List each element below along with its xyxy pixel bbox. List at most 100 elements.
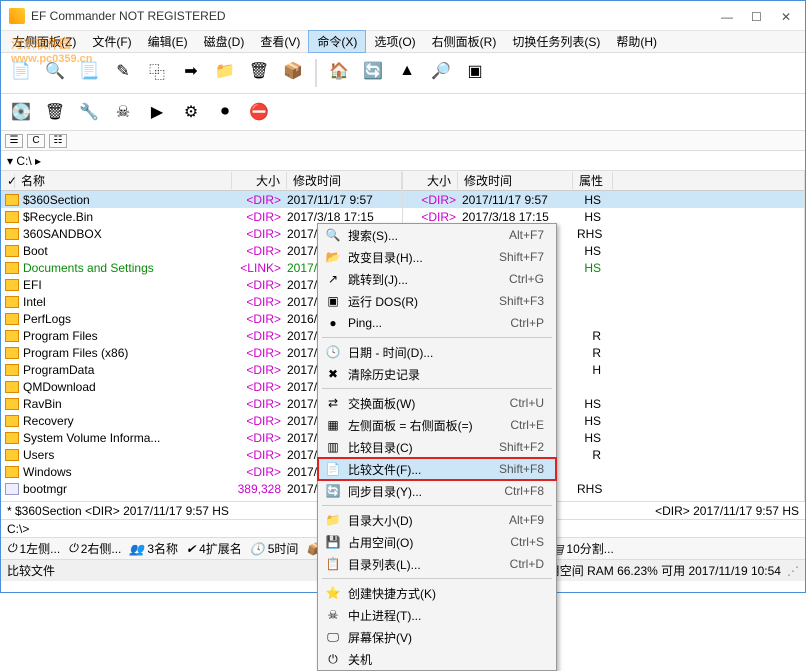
menu-7[interactable]: 右侧面板(R) [424, 31, 505, 52]
minimize-button[interactable]: — [721, 10, 733, 22]
menu-6[interactable]: 选项(O) [366, 31, 423, 52]
close-button[interactable]: ✕ [781, 10, 793, 22]
menu-item-icon: 📋 [324, 556, 342, 572]
drive-bar: ☰ C ☷ [1, 131, 805, 151]
menu-item-icon: ⭐ [324, 585, 342, 601]
menu-item[interactable]: 🔍搜索(S)...Alt+F7 [318, 224, 556, 246]
view-icon[interactable]: 📃 [75, 57, 103, 85]
trash-icon[interactable]: 🗑 [41, 98, 69, 126]
table-row[interactable]: $360Section<DIR>2017/11/17 9:57 [1, 191, 402, 208]
menu-item-icon: 🖵 [324, 629, 342, 645]
menu-item[interactable]: 🖵屏幕保护(V) [318, 626, 556, 648]
titlebar: EF Commander NOT REGISTERED — ☐ ✕ [1, 1, 805, 31]
delete-icon[interactable]: 🗑 [245, 57, 273, 85]
window-title: EF Commander NOT REGISTERED [31, 9, 721, 23]
folder-icon [5, 466, 19, 478]
menu-item-icon: ✖ [324, 366, 342, 382]
newdir-icon[interactable]: 📁 [211, 57, 239, 85]
copy-icon[interactable]: ⿻ [143, 57, 171, 85]
menu-9[interactable]: 帮助(H) [608, 31, 665, 52]
menu-item[interactable]: ✖清除历史记录 [318, 363, 556, 385]
menu-8[interactable]: 切换任务列表(S) [504, 31, 608, 52]
drive-sys-icon[interactable]: ☰ [5, 134, 23, 148]
new-icon[interactable]: 📄 [7, 57, 35, 85]
path-text: C:\ ▸ [16, 154, 41, 168]
menu-item-icon: 📂 [324, 249, 342, 265]
menu-5[interactable]: 命令(X) [308, 30, 366, 53]
column-headers[interactable]: ✓ 名称 大小 修改时间 [1, 171, 402, 191]
menu-item[interactable]: 📁目录大小(D)Alt+F9 [318, 509, 556, 531]
skull-icon[interactable]: ☠ [109, 98, 137, 126]
menu-item[interactable]: ▣运行 DOS(R)Shift+F3 [318, 290, 556, 312]
folder-icon [5, 364, 19, 376]
menu-item-icon: 🔄 [324, 483, 342, 499]
folder-icon [5, 279, 19, 291]
down-icon[interactable]: ▾ [7, 154, 13, 168]
menubar[interactable]: 左侧面板(Z)文件(F)编辑(E)磁盘(D)查看(V)命令(X)选项(O)右侧面… [1, 31, 805, 53]
cfg-icon[interactable]: ⚙ [177, 98, 205, 126]
menu-item-icon: ☠ [324, 607, 342, 623]
command-menu-dropdown: 🔍搜索(S)...Alt+F7📂改变目录(H)...Shift+F7↗跳转到(J… [317, 223, 557, 671]
resize-grip-icon[interactable]: ⋰ [787, 564, 799, 578]
menu-item-icon: 🕓 [324, 344, 342, 360]
fn-button-10[interactable]: ▤10分割... [552, 540, 614, 557]
fn-button-1[interactable]: ⏻1左侧... [7, 540, 60, 557]
menu-item[interactable]: 📂改变目录(H)...Shift+F7 [318, 246, 556, 268]
tool-icon[interactable]: 🔧 [75, 98, 103, 126]
folder-icon [5, 211, 19, 223]
menu-0[interactable]: 左侧面板(Z) [5, 31, 84, 52]
menu-4[interactable]: 查看(V) [252, 31, 308, 52]
media-icon[interactable]: ▶ [143, 98, 171, 126]
toolbar-1: 📄 🔍 📃 ✎ ⿻ ➡ 📁 🗑 📦 🏠 🔄 ▲ 🔎 ▣ [1, 53, 805, 94]
menu-item[interactable]: 📋目录列表(L)...Ctrl+D [318, 553, 556, 575]
menu-item-icon: ▣ [324, 293, 342, 309]
file-icon [5, 483, 19, 495]
menu-item[interactable]: ⏻关机 [318, 648, 556, 670]
menu-item[interactable]: 📄比较文件(F)...Shift+F8 [318, 458, 556, 480]
stop-icon[interactable]: ⛔ [245, 98, 273, 126]
menu-item[interactable]: ▦左侧面板 = 右侧面板(=)Ctrl+E [318, 414, 556, 436]
menu-item[interactable]: 🔄同步目录(Y)...Ctrl+F8 [318, 480, 556, 502]
up-icon[interactable]: ▲ [393, 57, 421, 85]
menu-2[interactable]: 编辑(E) [140, 31, 196, 52]
menu-item[interactable]: ⭐创建快捷方式(K) [318, 582, 556, 604]
menu-3[interactable]: 磁盘(D) [196, 31, 253, 52]
drive-net-icon[interactable]: ☷ [49, 134, 67, 148]
maximize-button[interactable]: ☐ [751, 10, 763, 22]
menu-item-icon: ▥ [324, 439, 342, 455]
pack-icon[interactable]: 📦 [279, 57, 307, 85]
disk-icon[interactable]: 💽 [7, 98, 35, 126]
fn-icon: 🕓 [250, 542, 265, 556]
column-headers-r[interactable]: 大小 修改时间 属性 [403, 171, 804, 191]
menu-item-icon: 📁 [324, 512, 342, 528]
menu-1[interactable]: 文件(F) [84, 31, 139, 52]
move-icon[interactable]: ➡ [177, 57, 205, 85]
find-icon[interactable]: 🔎 [427, 57, 455, 85]
drive-c-button[interactable]: C [27, 134, 45, 148]
menu-item[interactable]: ▥比较目录(C)Shift+F2 [318, 436, 556, 458]
home-icon[interactable]: 🏠 [325, 57, 353, 85]
rec-icon[interactable]: ⏺ [211, 98, 239, 126]
refresh-icon[interactable]: 🔄 [359, 57, 387, 85]
menu-item[interactable]: ☠中止进程(T)... [318, 604, 556, 626]
menu-item[interactable]: 🕓日期 - 时间(D)... [318, 341, 556, 363]
terminal-icon[interactable]: ▣ [461, 57, 489, 85]
fn-button-4[interactable]: ✔4扩展名 [186, 540, 242, 557]
edit-icon[interactable]: ✎ [109, 57, 137, 85]
search-icon[interactable]: 🔍 [41, 57, 69, 85]
fn-icon: ⏻ [68, 541, 78, 556]
menu-item[interactable]: ↗跳转到(J)...Ctrl+G [318, 268, 556, 290]
fn-button-5[interactable]: 🕓5时间 [250, 540, 299, 557]
folder-icon [5, 347, 19, 359]
menu-item[interactable]: ●Ping...Ctrl+P [318, 312, 556, 334]
menu-item-icon: ▦ [324, 417, 342, 433]
folder-icon [5, 194, 19, 206]
menu-item[interactable]: ⇄交换面板(W)Ctrl+U [318, 392, 556, 414]
menu-item[interactable]: 💾占用空间(O)Ctrl+S [318, 531, 556, 553]
table-row[interactable]: <DIR>2017/11/17 9:57HS [403, 191, 804, 208]
fn-button-2[interactable]: ⏻2右侧... [68, 540, 121, 557]
path-bar[interactable]: ▾ C:\ ▸ [1, 151, 805, 171]
fn-button-3[interactable]: 👥3名称 [129, 540, 178, 557]
folder-icon [5, 313, 19, 325]
fn-icon: ⏻ [7, 541, 17, 556]
